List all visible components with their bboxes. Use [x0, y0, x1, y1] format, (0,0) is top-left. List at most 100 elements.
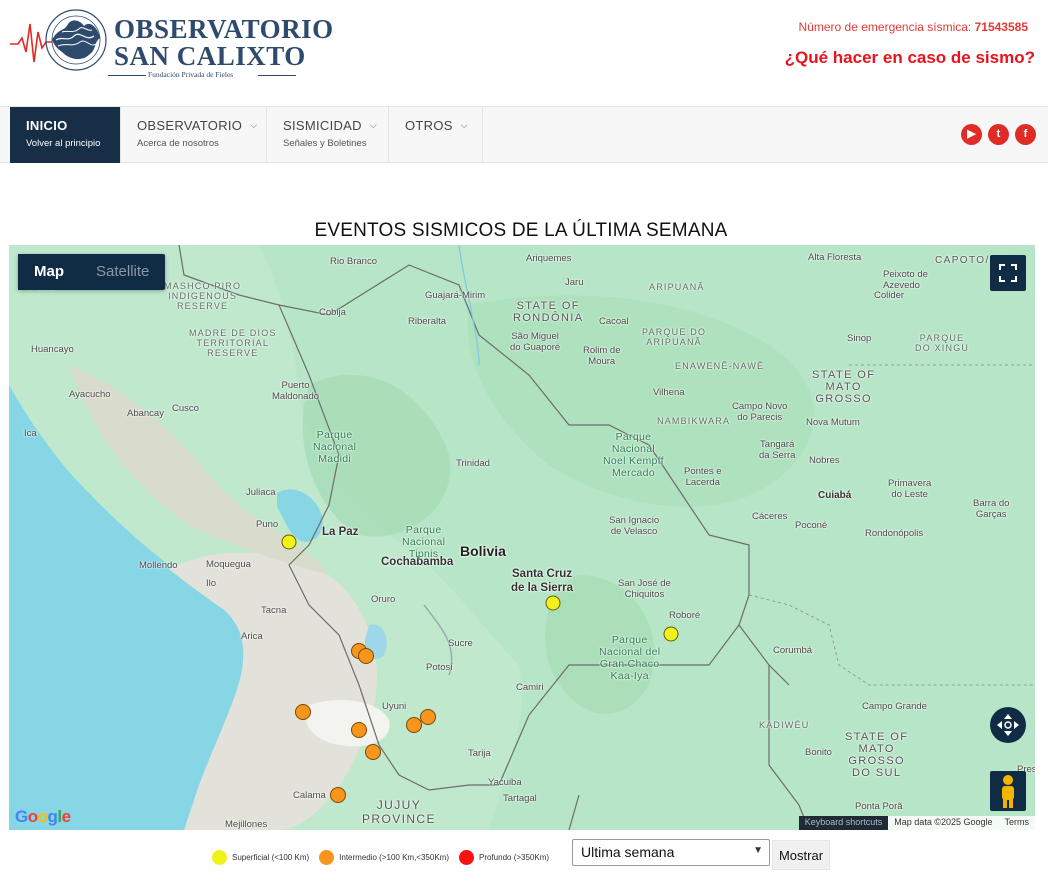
label-huancayo: Huancayo	[31, 344, 74, 355]
camera-arrows-icon	[997, 714, 1019, 736]
fullscreen-button[interactable]	[990, 255, 1026, 291]
label-bolivia: Bolivia	[460, 543, 506, 559]
emergency-number[interactable]: 71543585	[975, 20, 1028, 34]
label-ilo: Ilo	[206, 578, 217, 589]
quake-marker-superficial[interactable]	[663, 626, 679, 642]
nav-title: OBSERVATORIO	[137, 118, 243, 133]
show-button[interactable]: Mostrar	[772, 840, 830, 870]
legend-label: Intermedio (>100 Km,<350Km)	[339, 853, 449, 862]
legend-label: Superficial (<100 Km)	[232, 853, 310, 862]
label-sucre: Sucre	[448, 638, 473, 649]
what-to-do-link[interactable]: ¿Qué hacer en caso de sismo?	[785, 48, 1035, 68]
legend-superficial: Superficial (<100 Km)	[212, 850, 309, 865]
nav-title: OTROS	[405, 118, 453, 133]
map-type-control: Map Satellite	[18, 254, 166, 290]
label-robore: Roboré	[669, 610, 701, 621]
label-tangara: Tangará da Serra	[759, 439, 796, 461]
site-logo[interactable]: OBSERVATORIO SAN CALIXTO Fundación Priva…	[8, 8, 333, 79]
label-nambikwara: NAMBIKWARA	[657, 416, 731, 426]
label-uyuni: Uyuni	[382, 701, 407, 712]
label-park-tipnis: Parque Nacional Tipnis	[402, 524, 446, 560]
quake-marker-intermedio[interactable]	[406, 717, 423, 734]
label-cacoal: Cacoal	[599, 316, 629, 327]
label-jaru: Jaru	[565, 277, 584, 288]
nav-subtitle: Acerca de nosotros	[137, 138, 219, 149]
youtube-icon[interactable]: ▶	[961, 124, 982, 145]
nav-item-observatorio[interactable]: OBSERVATORIO ⌵ Acerca de nosotros	[121, 107, 267, 163]
label-oruro: Oruro	[371, 594, 396, 605]
label-moquegua: Moquegua	[206, 559, 251, 570]
quake-marker-intermedio[interactable]	[357, 647, 374, 664]
label-potosi: Potosí	[426, 662, 453, 673]
label-mejillones: Mejillones	[225, 819, 268, 830]
label-enawene: ENAWENÊ-NAWÊ	[675, 361, 765, 371]
label-pocone: Poconé	[795, 520, 828, 531]
label-nova-mutum: Nova Mutum	[806, 417, 860, 428]
nav-title: INICIO	[26, 118, 68, 133]
label-pontes: Pontes e Lacerda	[684, 466, 722, 488]
label-camiri: Camiri	[516, 682, 544, 693]
depth-legend: Superficial (<100 Km) Intermedio (>100 K…	[212, 850, 559, 865]
label-ayacucho: Ayacucho	[69, 389, 111, 400]
label-state-ms: STATE OF MATO GROSSO DO SUL	[845, 731, 909, 779]
period-select[interactable]: Ultima semana ▼	[572, 839, 770, 866]
terms-link[interactable]: Terms	[999, 816, 1036, 830]
label-calama: Calama	[293, 790, 326, 801]
nav-subtitle: Señales y Boletines	[283, 138, 367, 149]
map-type-map-button[interactable]: Map	[18, 254, 80, 290]
label-ponta-pora: Ponta Porã	[855, 801, 903, 812]
chevron-down-icon: ▼	[753, 845, 763, 856]
label-trinidad: Trinidad	[456, 458, 490, 469]
label-ica: Ica	[24, 428, 37, 439]
label-state-mato-grosso: STATE OF MATO GROSSO	[812, 369, 876, 405]
twitter-icon[interactable]: t	[988, 124, 1009, 145]
quake-marker-superficial[interactable]	[545, 595, 561, 611]
map-type-satellite-button[interactable]: Satellite	[80, 254, 165, 290]
quake-marker-intermedio[interactable]	[350, 721, 367, 738]
label-la-paz: La Paz	[322, 526, 359, 538]
nav-item-inicio[interactable]: INICIO Volver al principio	[10, 107, 121, 163]
label-tartagal: Tartagal	[503, 793, 537, 804]
legend-profundo: Profundo (>350Km)	[459, 850, 549, 865]
google-logo[interactable]: Google	[15, 807, 71, 827]
seismic-map[interactable]: Peru Bolivia La Paz Cochabamba Santa Cru…	[9, 245, 1035, 830]
quake-marker-intermedio[interactable]	[364, 743, 381, 760]
label-colider: Colider	[874, 290, 905, 301]
period-select-value: Ultima semana	[581, 844, 675, 860]
map-attribution: Keyboard shortcuts Map data ©2025 Google…	[798, 816, 1036, 830]
label-caceres: Cáceres	[752, 511, 788, 522]
label-tarija: Tarija	[468, 748, 491, 759]
label-rolim: Rolim de Moura	[583, 345, 621, 367]
label-reserve-mashco: MASHCO PIRO INDIGENOUS RESERVE	[164, 281, 242, 311]
label-state-rondonia: STATE OF RONDÔNIA	[513, 300, 584, 324]
label-rondonopolis: Rondonópolis	[865, 528, 924, 539]
label-primavera: Primavera do Leste	[888, 478, 932, 500]
label-tacna: Tacna	[261, 605, 287, 616]
label-juliaca: Juliaca	[246, 487, 276, 498]
facebook-icon[interactable]: f	[1015, 124, 1036, 145]
camera-control-button[interactable]	[990, 707, 1026, 743]
logo-rule-left	[108, 75, 146, 76]
label-bonito: Bonito	[805, 747, 832, 758]
chevron-down-icon: ⌵	[369, 120, 377, 130]
street-view-pegman-button[interactable]	[990, 771, 1026, 811]
label-alta-floresta: Alta Floresta	[808, 252, 862, 263]
label-jujuy: JUJUY PROVINCE	[362, 798, 436, 826]
nav-subtitle: Volver al principio	[26, 138, 101, 149]
label-riberalta: Riberalta	[408, 316, 447, 327]
nav-item-otros[interactable]: OTROS ⌵	[389, 107, 483, 163]
nav-title: SISMICIDAD	[283, 118, 362, 133]
label-san-jose: San José de Chiquitos	[618, 578, 671, 600]
emergency-line: Número de emergencia sísmica: 71543585	[799, 20, 1028, 34]
quake-marker-intermedio[interactable]	[420, 708, 437, 725]
label-mollendo: Mollendo	[139, 560, 178, 571]
quake-marker-superficial[interactable]	[281, 534, 297, 550]
label-sao-miguel: São Miguel do Guaporé	[510, 331, 561, 353]
label-rio-branco: Rio Branco	[330, 256, 377, 267]
intermedio-dot-icon	[319, 850, 335, 865]
quake-marker-intermedio[interactable]	[329, 787, 346, 804]
quake-marker-intermedio[interactable]	[295, 704, 312, 721]
nav-item-sismicidad[interactable]: SISMICIDAD ⌵ Señales y Boletines	[267, 107, 389, 163]
label-parque-aripuana: PARQUE DO ARIPUANÃ	[642, 327, 707, 347]
keyboard-shortcuts-link[interactable]: Keyboard shortcuts	[798, 816, 889, 830]
